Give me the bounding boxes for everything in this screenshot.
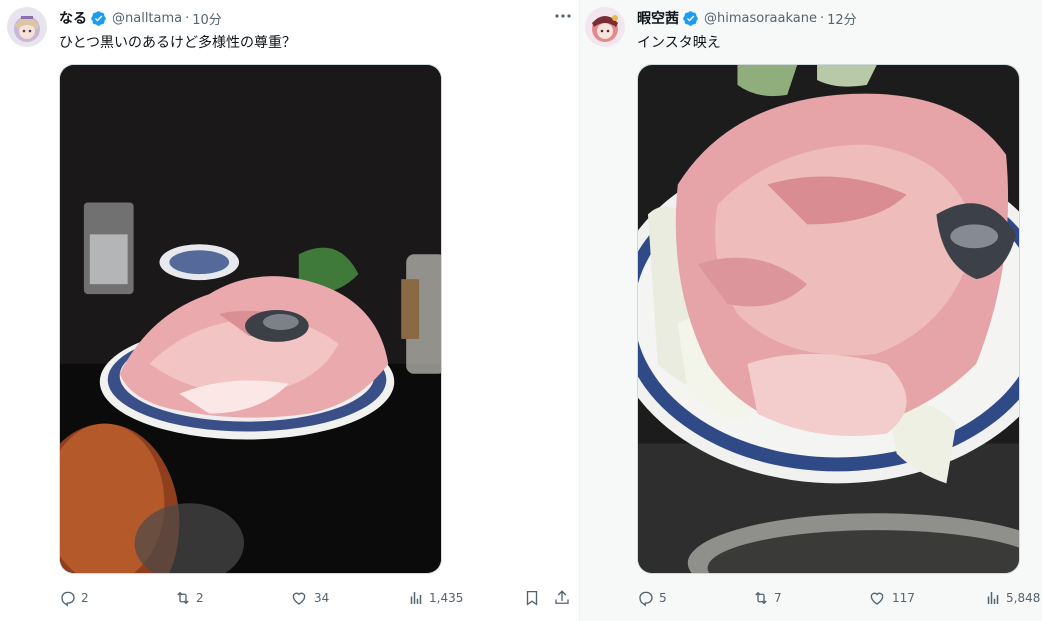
repost-icon xyxy=(755,591,767,605)
post-text: ひとつ黒いのあるけど多様性の尊重？ xyxy=(59,35,297,51)
post-header: 暇空茜 @himasoraakane · 12分 xyxy=(637,8,857,28)
display-name[interactable]: 暇空茜 xyxy=(637,8,679,28)
repost-count: 2 xyxy=(196,591,204,605)
post-header: なる @nalltama · 10分 xyxy=(59,8,222,28)
bookmark-button[interactable] xyxy=(523,588,541,608)
share-button[interactable] xyxy=(553,588,571,608)
post-photo[interactable] xyxy=(59,64,442,574)
like-count: 34 xyxy=(314,591,330,605)
avatar[interactable] xyxy=(585,7,625,47)
verified-badge-icon xyxy=(90,10,107,27)
post-1[interactable]: なる @nalltama · 10分 ひとつ黒いのあるけど多様性の尊重？ 2 2… xyxy=(0,0,579,621)
like-icon xyxy=(870,592,884,605)
repost-button[interactable]: 2 xyxy=(174,588,204,608)
post-2[interactable]: 暇空茜 @himasoraakane · 12分 インスタ映え 5 7 117 … xyxy=(580,0,1042,621)
views-button[interactable]: 5,848 xyxy=(984,588,1040,608)
reply-button[interactable]: 2 xyxy=(59,588,89,608)
repost-button[interactable]: 7 xyxy=(752,588,782,608)
reply-count: 5 xyxy=(659,591,667,605)
share-icon xyxy=(555,590,569,604)
separator-dot: · xyxy=(820,10,825,26)
post-photo[interactable] xyxy=(637,64,1020,574)
views-icon xyxy=(410,592,422,604)
repost-count: 7 xyxy=(774,591,782,605)
views-button[interactable]: 1,435 xyxy=(407,588,463,608)
like-button[interactable]: 34 xyxy=(290,588,329,608)
verified-badge-icon xyxy=(682,10,699,27)
post-time[interactable]: 10分 xyxy=(192,9,222,28)
user-handle[interactable]: @nalltama xyxy=(112,11,182,26)
views-count: 5,848 xyxy=(1006,591,1041,605)
reply-count: 2 xyxy=(81,591,89,605)
post-time[interactable]: 12分 xyxy=(827,9,857,28)
avatar[interactable] xyxy=(7,7,47,47)
separator-dot: · xyxy=(185,10,190,26)
like-count: 117 xyxy=(892,591,915,605)
more-icon[interactable] xyxy=(553,6,573,26)
user-handle[interactable]: @himasoraakane xyxy=(704,11,817,26)
bookmark-icon xyxy=(526,590,538,606)
reply-icon xyxy=(61,591,75,607)
repost-icon xyxy=(177,591,189,605)
post-text: インスタ映え xyxy=(637,35,721,51)
views-icon xyxy=(987,592,999,604)
views-count: 1,435 xyxy=(429,591,464,605)
reply-icon xyxy=(639,591,653,607)
like-button[interactable]: 117 xyxy=(868,588,915,608)
reply-button[interactable]: 5 xyxy=(637,588,667,608)
like-icon xyxy=(292,592,306,605)
display-name[interactable]: なる xyxy=(59,8,87,28)
